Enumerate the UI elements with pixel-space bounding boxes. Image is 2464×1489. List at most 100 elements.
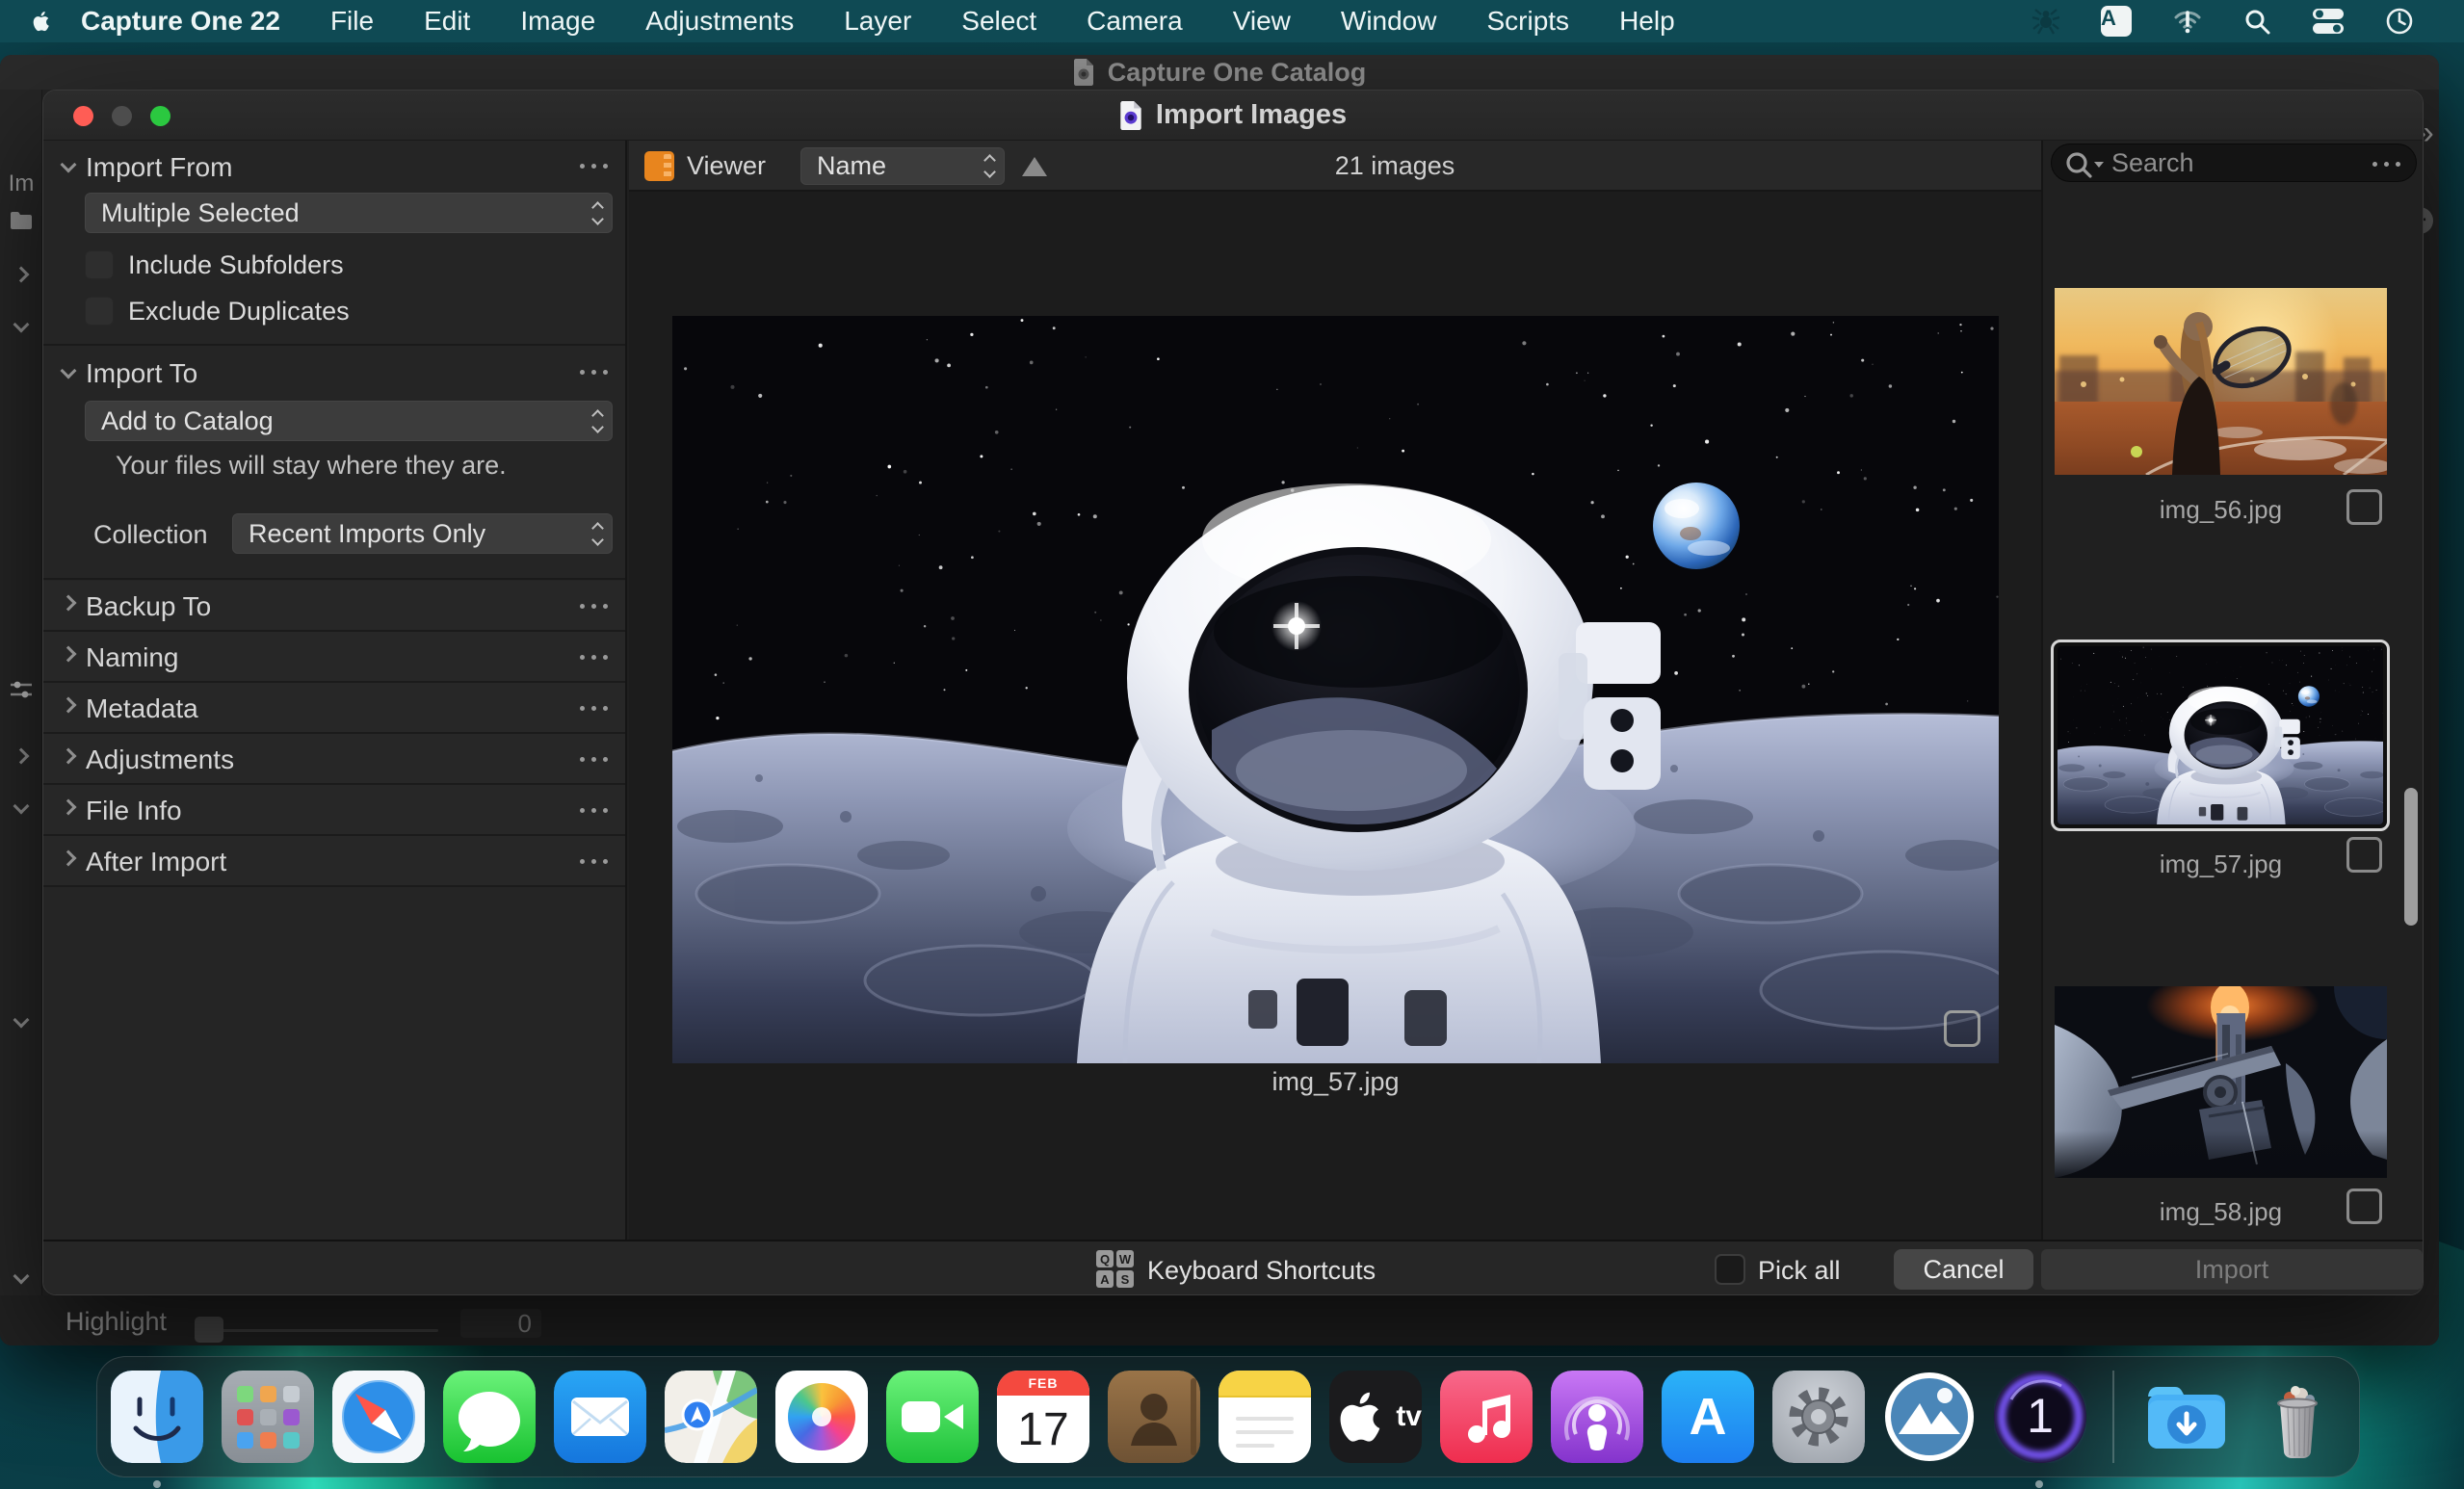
chevron-right-icon[interactable]	[63, 851, 74, 869]
dock-music-icon[interactable]	[1440, 1371, 1533, 1463]
rail-chevron-down-icon[interactable]	[0, 1014, 42, 1026]
cancel-button[interactable]: Cancel	[1894, 1249, 2033, 1290]
spotlight-icon[interactable]	[2243, 8, 2271, 36]
import-source-dropdown[interactable]: Multiple Selected	[85, 193, 613, 233]
preview-pick-checkbox[interactable]	[1944, 1010, 1980, 1047]
viewer-mode-icon[interactable]	[644, 151, 674, 181]
section-backup-to[interactable]: Backup To	[43, 581, 625, 632]
catalog-titlebar[interactable]: Capture One Catalog	[0, 55, 2439, 90]
menu-view[interactable]: View	[1233, 6, 1291, 37]
menu-help[interactable]: Help	[1619, 6, 1675, 37]
section-metadata[interactable]: Metadata	[43, 683, 625, 734]
dock-system-settings-icon[interactable]	[1772, 1371, 1865, 1463]
dock-calendar-icon[interactable]: FEB 17	[997, 1371, 1089, 1463]
thumbnail-pick-checkbox[interactable]	[2346, 489, 2382, 525]
section-import-to[interactable]: Import To	[43, 349, 625, 397]
chevron-down-icon[interactable]	[63, 158, 74, 175]
import-to-options-button[interactable]	[580, 370, 608, 375]
pick-all-checkbox[interactable]	[1715, 1254, 1745, 1285]
menu-edit[interactable]: Edit	[424, 6, 470, 37]
dock-safari-icon[interactable]	[332, 1371, 425, 1463]
sort-ascending-icon[interactable]	[1022, 157, 1047, 176]
wifi-alert-icon[interactable]	[2172, 6, 2203, 37]
highlight-slider-track[interactable]	[197, 1329, 438, 1332]
highlight-slider-thumb[interactable]	[195, 1317, 223, 1343]
section-file-info[interactable]: File Info	[43, 785, 625, 836]
dock-contacts-icon[interactable]	[1108, 1371, 1200, 1463]
adjustments-sliders-icon[interactable]	[0, 679, 42, 700]
import-destination-dropdown[interactable]: Add to Catalog	[85, 401, 613, 441]
dock-trash-icon[interactable]	[2251, 1371, 2344, 1463]
rail-chevron-right-icon[interactable]	[0, 269, 42, 280]
chevron-right-icon[interactable]	[63, 596, 74, 614]
menu-scripts[interactable]: Scripts	[1486, 6, 1569, 37]
apple-menu-icon[interactable]	[29, 7, 54, 36]
menu-select[interactable]: Select	[961, 6, 1036, 37]
rail-chevron-down-icon[interactable]	[0, 319, 42, 330]
thumbnail-img-58[interactable]	[2055, 986, 2387, 1178]
chevron-right-icon[interactable]	[63, 647, 74, 665]
metadata-options-button[interactable]	[580, 706, 608, 711]
keyboard-shortcuts-label[interactable]: Keyboard Shortcuts	[1147, 1256, 1376, 1286]
section-adjustments[interactable]: Adjustments	[43, 734, 625, 785]
folder-icon[interactable]	[0, 211, 42, 230]
highlight-value[interactable]: 0	[460, 1309, 541, 1338]
main-preview-image[interactable]	[672, 316, 1999, 1063]
dock-downloads-icon[interactable]	[2140, 1371, 2233, 1463]
close-button[interactable]	[73, 106, 93, 126]
chevron-right-icon[interactable]	[63, 749, 74, 767]
dock-capture-one-22-icon[interactable]: 1	[1994, 1371, 2086, 1463]
menu-adjustments[interactable]: Adjustments	[645, 6, 794, 37]
exclude-duplicates-checkbox[interactable]	[85, 297, 114, 326]
rail-chevron-down-icon[interactable]	[0, 1270, 42, 1282]
include-subfolders-checkbox[interactable]	[85, 250, 114, 279]
keyboard-shortcuts-icon[interactable]: QW AS	[1096, 1250, 1135, 1289]
chevron-right-icon[interactable]	[63, 698, 74, 716]
section-naming[interactable]: Naming	[43, 632, 625, 683]
import-from-options-button[interactable]	[580, 164, 608, 169]
menu-window[interactable]: Window	[1341, 6, 1437, 37]
search-options-button[interactable]	[2372, 162, 2400, 167]
thumbnail-pick-checkbox[interactable]	[2346, 1189, 2382, 1224]
search-field[interactable]	[2051, 144, 2417, 182]
section-import-from[interactable]: Import From	[43, 141, 625, 191]
dock-apple-tv-icon[interactable]: tv	[1329, 1371, 1422, 1463]
naming-options-button[interactable]	[580, 655, 608, 660]
file-info-options-button[interactable]	[580, 808, 608, 813]
import-button[interactable]: Import	[2041, 1249, 2423, 1290]
menu-camera[interactable]: Camera	[1087, 6, 1183, 37]
menubar-app-name[interactable]: Capture One 22	[81, 6, 280, 37]
dock-facetime-icon[interactable]	[886, 1371, 979, 1463]
dock-launchpad-icon[interactable]	[222, 1371, 314, 1463]
sort-by-dropdown[interactable]: Name	[800, 147, 1005, 185]
browser-scrollbar-thumb[interactable]	[2404, 788, 2418, 926]
dock-messages-icon[interactable]	[443, 1371, 536, 1463]
antivirus-spider-icon[interactable]	[2031, 7, 2060, 36]
dock-podcasts-icon[interactable]	[1551, 1371, 1643, 1463]
chevron-right-icon[interactable]	[63, 800, 74, 818]
dock-capture-one-pilot-icon[interactable]	[1883, 1371, 1976, 1463]
dock-mail-icon[interactable]	[554, 1371, 646, 1463]
adjustments-options-button[interactable]	[580, 757, 608, 762]
dialog-titlebar[interactable]: Import Images	[43, 91, 2423, 141]
menu-file[interactable]: File	[330, 6, 374, 37]
dock-notes-icon[interactable]	[1219, 1371, 1311, 1463]
input-source-icon[interactable]: A	[2101, 6, 2132, 37]
thumbnail-pick-checkbox[interactable]	[2346, 837, 2382, 873]
thumbnail-img-57-selected[interactable]	[2051, 640, 2390, 831]
after-import-options-button[interactable]	[580, 859, 608, 864]
section-after-import[interactable]: After Import	[43, 836, 625, 887]
zoom-button[interactable]	[150, 106, 170, 126]
control-center-icon[interactable]	[2312, 7, 2345, 36]
backup-to-options-button[interactable]	[580, 604, 608, 609]
menu-layer[interactable]: Layer	[844, 6, 911, 37]
rail-chevron-right-icon[interactable]	[0, 750, 42, 762]
dock-finder-icon[interactable]	[111, 1371, 203, 1463]
thumbnail-img-56[interactable]	[2055, 288, 2387, 475]
search-input[interactable]	[2111, 146, 2343, 179]
minimize-button[interactable]	[112, 106, 132, 126]
chevron-down-icon[interactable]	[63, 364, 74, 381]
dock-maps-icon[interactable]	[665, 1371, 757, 1463]
rail-chevron-down-icon[interactable]	[0, 800, 42, 812]
clock-icon[interactable]	[2385, 7, 2414, 36]
